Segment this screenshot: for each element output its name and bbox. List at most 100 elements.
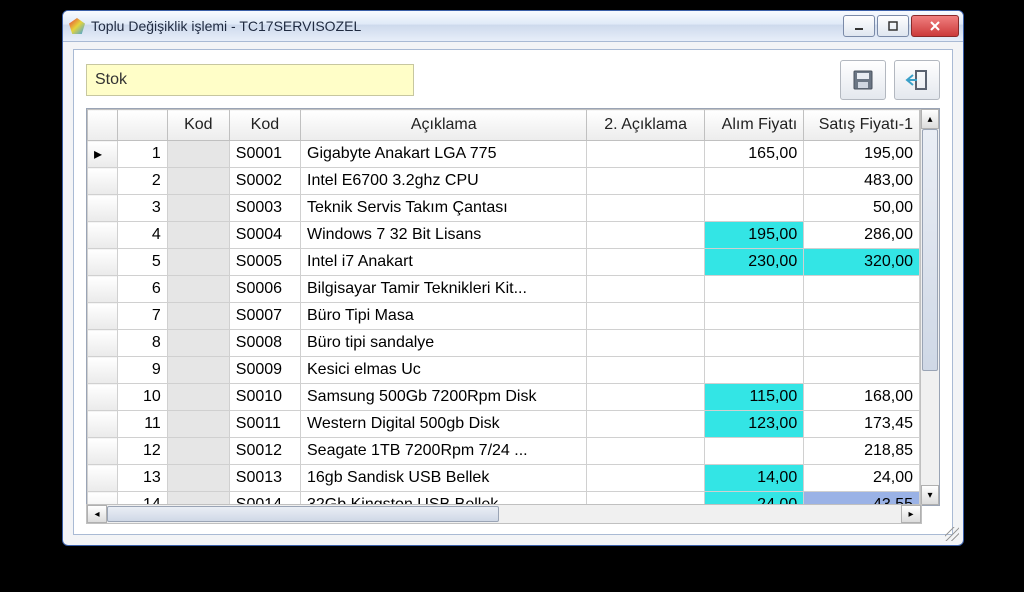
cell-desc2[interactable] <box>587 465 704 492</box>
cell-kod2[interactable]: S0002 <box>229 168 300 195</box>
cell-alim[interactable]: 115,00 <box>704 384 803 411</box>
cell-rownum[interactable]: 11 <box>117 411 167 438</box>
cell-satis[interactable]: 320,00 <box>804 249 920 276</box>
row-header-blank[interactable] <box>88 110 118 141</box>
cell-kod1[interactable] <box>167 357 229 384</box>
cell-rownum[interactable]: 14 <box>117 492 167 506</box>
cell-alim[interactable]: 24,00 <box>704 492 803 506</box>
row-indicator[interactable] <box>88 303 118 330</box>
cell-satis[interactable]: 173,45 <box>804 411 920 438</box>
table-row[interactable]: 5S0005Intel i7 Anakart230,00320,00 <box>88 249 920 276</box>
cell-kod2[interactable]: S0003 <box>229 195 300 222</box>
table-row[interactable]: 13S001316gb Sandisk USB Bellek14,0024,00 <box>88 465 920 492</box>
cell-kod1[interactable] <box>167 195 229 222</box>
cell-satis[interactable] <box>804 357 920 384</box>
table-row[interactable]: 6S0006Bilgisayar Tamir Teknikleri Kit... <box>88 276 920 303</box>
table-row[interactable]: 8 S0008Büro tipi sandalye <box>88 330 920 357</box>
cell-rownum[interactable]: 13 <box>117 465 167 492</box>
table-row[interactable]: 3S0003Teknik Servis Takım Çantası50,00 <box>88 195 920 222</box>
table-row[interactable]: 11S0011Western Digital 500gb Disk123,001… <box>88 411 920 438</box>
maximize-button[interactable] <box>877 15 909 37</box>
cell-rownum[interactable]: 8 <box>117 330 167 357</box>
row-indicator[interactable] <box>88 222 118 249</box>
vertical-scrollbar[interactable]: ▴ ▾ <box>920 109 939 505</box>
col-satis-header[interactable]: Satış Fiyatı-1 <box>804 110 920 141</box>
cell-kod2[interactable]: S0010 <box>229 384 300 411</box>
cell-alim[interactable]: 230,00 <box>704 249 803 276</box>
cell-kod1[interactable] <box>167 276 229 303</box>
cell-desc2[interactable] <box>587 276 704 303</box>
vscroll-track[interactable] <box>921 129 939 485</box>
data-grid[interactable]: Kod Kod Açıklama 2. Açıklama Alım Fiyatı… <box>86 108 940 506</box>
col-desc-header[interactable]: Açıklama <box>301 110 587 141</box>
cell-alim[interactable]: 195,00 <box>704 222 803 249</box>
row-indicator[interactable] <box>88 438 118 465</box>
cell-rownum[interactable]: 10 <box>117 384 167 411</box>
row-indicator[interactable]: ▸ <box>88 141 118 168</box>
cell-kod1[interactable] <box>167 141 229 168</box>
table-row[interactable]: 9S0009Kesici elmas Uc <box>88 357 920 384</box>
cell-rownum[interactable]: 9 <box>117 357 167 384</box>
table-row[interactable]: ▸1S0001Gigabyte Anakart LGA 775165,00195… <box>88 141 920 168</box>
cell-desc2[interactable] <box>587 222 704 249</box>
cell-kod2[interactable]: S0014 <box>229 492 300 506</box>
cell-satis[interactable]: 24,00 <box>804 465 920 492</box>
cell-desc[interactable]: 16gb Sandisk USB Bellek <box>301 465 587 492</box>
horizontal-scrollbar[interactable]: ◂ ▸ <box>86 504 922 524</box>
cell-kod2[interactable]: S0013 <box>229 465 300 492</box>
hscroll-thumb[interactable] <box>107 506 499 522</box>
cell-alim[interactable] <box>704 168 803 195</box>
cell-desc2[interactable] <box>587 249 704 276</box>
vscroll-thumb[interactable] <box>922 129 938 371</box>
close-button[interactable] <box>911 15 959 37</box>
cell-desc2[interactable] <box>587 492 704 506</box>
cell-satis[interactable]: 218,85 <box>804 438 920 465</box>
cell-satis[interactable]: 43,55 <box>804 492 920 506</box>
cell-desc[interactable]: Intel E6700 3.2ghz CPU <box>301 168 587 195</box>
row-indicator[interactable] <box>88 276 118 303</box>
cell-desc[interactable]: 32Gb Kingston USB Bellek <box>301 492 587 506</box>
cell-desc[interactable]: Büro tipi sandalye <box>301 330 587 357</box>
table-row[interactable]: 14 S001432Gb Kingston USB Bellek 24,0043,5… <box>88 492 920 506</box>
cell-kod1[interactable] <box>167 465 229 492</box>
col-kod1-header[interactable]: Kod <box>167 110 229 141</box>
col-alim-header[interactable]: Alım Fiyatı <box>704 110 803 141</box>
cell-kod1[interactable] <box>167 249 229 276</box>
table-row[interactable]: 7S0007Büro Tipi Masa <box>88 303 920 330</box>
row-indicator[interactable] <box>88 168 118 195</box>
cell-alim[interactable] <box>704 195 803 222</box>
cell-alim[interactable] <box>704 438 803 465</box>
cell-desc[interactable]: Gigabyte Anakart LGA 775 <box>301 141 587 168</box>
cell-rownum[interactable]: 4 <box>117 222 167 249</box>
cell-kod2[interactable]: S0005 <box>229 249 300 276</box>
cell-rownum[interactable]: 12 <box>117 438 167 465</box>
cell-desc[interactable]: Seagate 1TB 7200Rpm 7/24 ... <box>301 438 587 465</box>
cell-satis[interactable] <box>804 276 920 303</box>
row-indicator[interactable] <box>88 411 118 438</box>
cell-kod2[interactable]: S0011 <box>229 411 300 438</box>
cell-kod1[interactable] <box>167 411 229 438</box>
cell-satis[interactable] <box>804 330 920 357</box>
cell-kod2[interactable]: S0007 <box>229 303 300 330</box>
cell-satis[interactable]: 483,00 <box>804 168 920 195</box>
row-indicator[interactable] <box>88 465 118 492</box>
cell-desc[interactable]: Bilgisayar Tamir Teknikleri Kit... <box>301 276 587 303</box>
cell-satis[interactable]: 286,00 <box>804 222 920 249</box>
cell-alim[interactable]: 165,00 <box>704 141 803 168</box>
cell-alim[interactable] <box>704 276 803 303</box>
minimize-button[interactable] <box>843 15 875 37</box>
cell-desc2[interactable] <box>587 357 704 384</box>
cell-desc[interactable]: Windows 7 32 Bit Lisans <box>301 222 587 249</box>
cell-alim[interactable] <box>704 357 803 384</box>
cell-desc2[interactable] <box>587 195 704 222</box>
cell-alim[interactable] <box>704 330 803 357</box>
cell-kod1[interactable] <box>167 222 229 249</box>
table-row[interactable]: 2S0002Intel E6700 3.2ghz CPU483,00 <box>88 168 920 195</box>
cell-satis[interactable]: 195,00 <box>804 141 920 168</box>
cell-kod2[interactable]: S0012 <box>229 438 300 465</box>
cell-kod1[interactable] <box>167 303 229 330</box>
cell-kod2[interactable]: S0008 <box>229 330 300 357</box>
cell-kod2[interactable]: S0009 <box>229 357 300 384</box>
cell-desc2[interactable] <box>587 330 704 357</box>
save-button[interactable] <box>840 60 886 100</box>
